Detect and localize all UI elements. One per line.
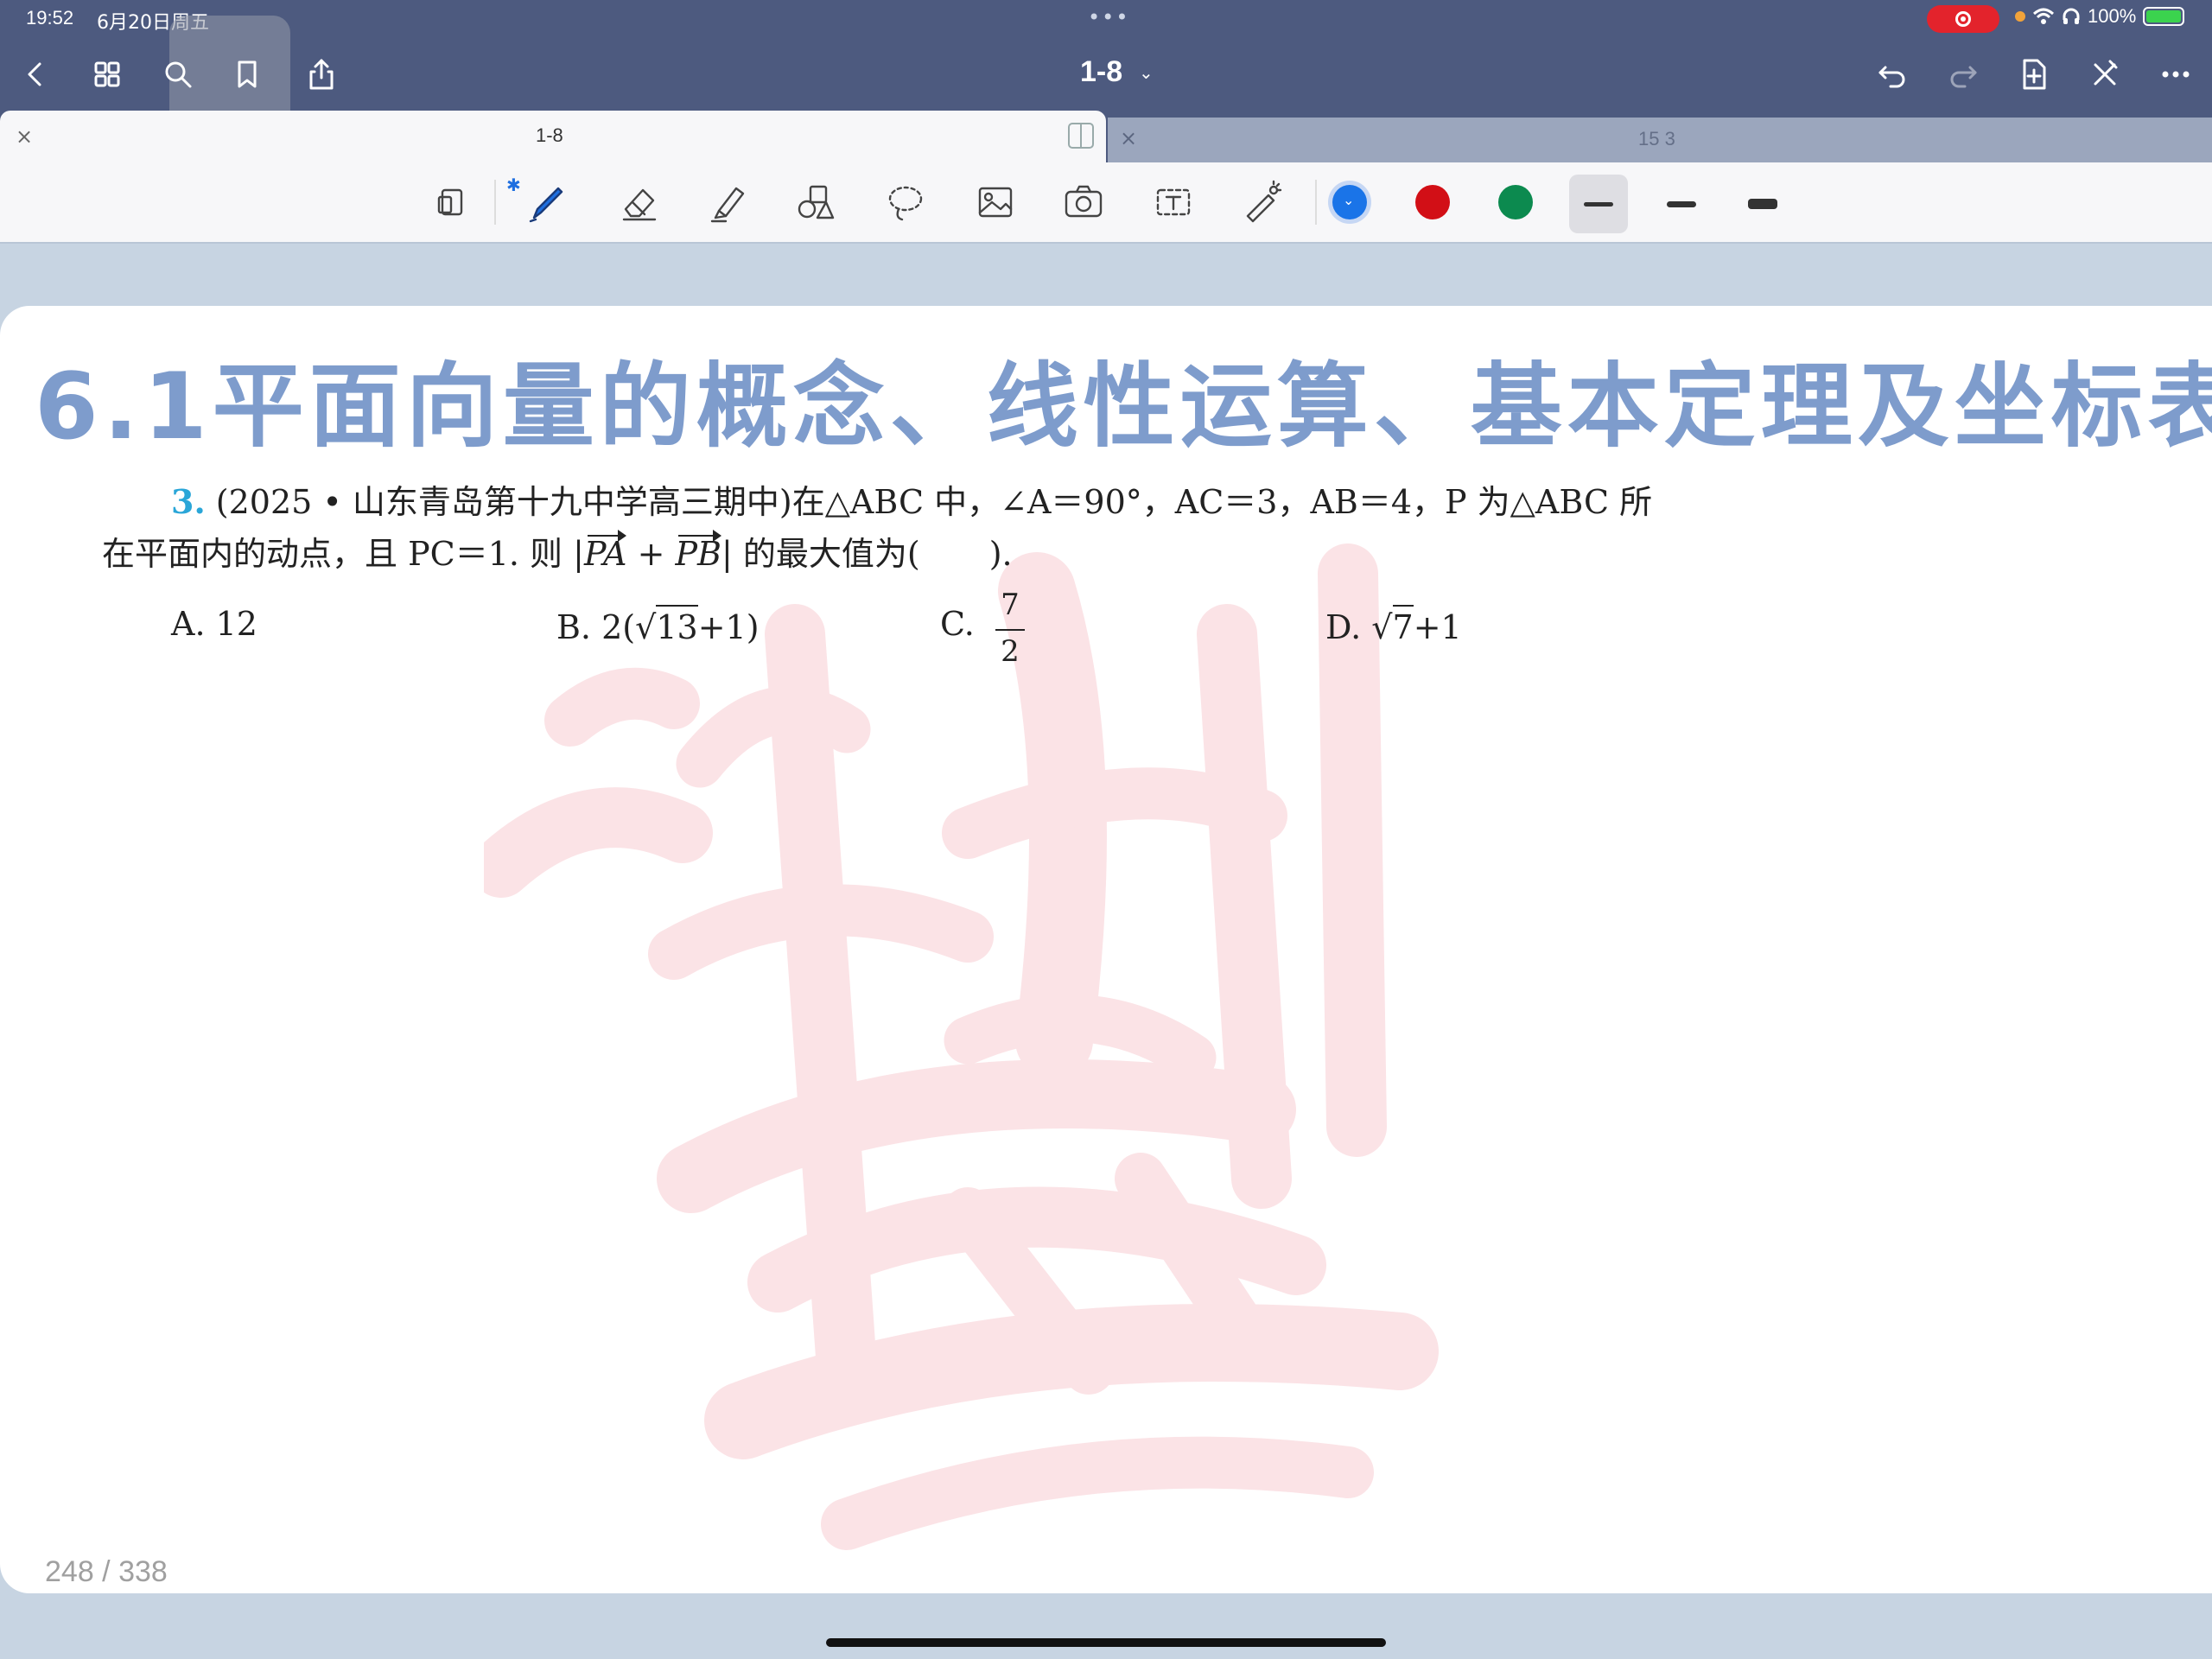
add-page-icon[interactable] [2013, 54, 2055, 95]
status-indicators: 100% [2015, 5, 2185, 28]
bookmark-icon[interactable] [226, 54, 268, 95]
color-swatch-blue[interactable]: ⌄ [1332, 185, 1367, 219]
battery-fill [2146, 10, 2182, 22]
option-value: +1 [1413, 608, 1462, 646]
tab-close-icon[interactable]: × [1120, 126, 1137, 150]
option-d[interactable]: D. √7+1 [1325, 605, 1462, 646]
fraction-numerator: 7 [1001, 588, 1020, 622]
question-text: | 的最大值为( [721, 535, 920, 573]
tab-bar: × 1-8 × 15 3 [0, 111, 2212, 162]
toolbar-divider [494, 180, 496, 225]
page-gap [0, 242, 2212, 261]
title-chevron-down-icon[interactable]: ⌄ [1139, 62, 1154, 83]
option-value: √ [1371, 608, 1393, 646]
chevron-down-icon: ⌄ [1343, 192, 1355, 208]
image-icon[interactable] [968, 175, 1023, 230]
color-swatch-green[interactable] [1498, 185, 1533, 219]
eraser-icon[interactable] [612, 175, 667, 230]
stroke-width-thick[interactable] [1733, 175, 1792, 233]
radicand: 13 [656, 605, 698, 646]
question-text: ). [988, 535, 1013, 573]
option-c[interactable]: C. [940, 605, 975, 643]
chapter-title: 6.1平面向量的概念、线性运算、基本定理及坐标表示 [35, 353, 2212, 460]
back-icon[interactable] [14, 54, 55, 95]
question-text: (2025 • 山东青岛第十九中学高三期中)在△ABC 中，∠A＝90°，AC＝… [215, 483, 1653, 521]
mic-indicator-icon [2015, 11, 2025, 22]
vector-pa: PA [583, 530, 627, 573]
screen-recording-icon[interactable] [1927, 5, 1999, 33]
grid-view-icon[interactable] [86, 54, 128, 95]
close-edit-icon[interactable] [2084, 54, 2126, 95]
tab-15-3[interactable]: × 15 3 [1108, 118, 2212, 162]
pen-icon[interactable] [518, 175, 574, 230]
option-value: 12 [215, 605, 257, 643]
undo-icon[interactable] [1872, 54, 1913, 95]
document-page[interactable]: 6.1平面向量的概念、线性运算、基本定理及坐标表示 3. (2025 • 山东青… [0, 306, 2212, 1593]
top-bar: 19:52 6月20日周五 ••• 100% 1-8 ⌄ [0, 0, 2212, 138]
status-time: 19:52 [26, 7, 74, 29]
wifi-icon [2032, 8, 2055, 24]
document-title[interactable]: 1-8 [1080, 55, 1122, 89]
text-icon[interactable] [1146, 175, 1201, 230]
highlighter-icon[interactable] [700, 175, 755, 230]
share-icon[interactable] [301, 54, 342, 95]
more-icon[interactable] [2155, 54, 2196, 95]
question-line-2: 在平面内的动点，且 PC＝1. 则 |PA + PB| 的最大值为(). [102, 527, 1013, 575]
battery-icon [2143, 7, 2185, 26]
page-icon[interactable] [425, 175, 480, 230]
question-text: 在平面内的动点，且 PC＝1. 则 | [102, 535, 584, 573]
option-label: B. [556, 608, 592, 646]
split-view-icon[interactable] [1068, 123, 1094, 149]
tab-1-8[interactable]: × 1-8 [0, 111, 1106, 162]
headphones-icon [2063, 8, 2080, 24]
radicand: 7 [1392, 605, 1414, 646]
stroke-width-medium[interactable] [1652, 175, 1711, 233]
vector-pb: PB [675, 530, 721, 573]
tab-label: 1-8 [536, 124, 563, 146]
option-a[interactable]: A. 12 [171, 605, 257, 643]
shapes-icon[interactable] [788, 175, 843, 230]
option-label: A. [171, 605, 206, 643]
fraction-denominator: 2 [1001, 634, 1020, 669]
page-counter: 248 / 338 [45, 1555, 168, 1588]
option-value: +1) [697, 608, 760, 646]
option-b[interactable]: B. 2(√13+1) [556, 605, 760, 646]
annotation-toolbar: ✱ ⌄ [0, 162, 2212, 242]
tab-close-icon[interactable]: × [16, 124, 33, 149]
camera-icon[interactable] [1056, 175, 1111, 230]
question-line-1: 3. (2025 • 山东青岛第十九中学高三期中)在△ABC 中，∠A＝90°，… [171, 475, 1652, 523]
stroke-width-thin[interactable] [1569, 175, 1628, 233]
option-label: D. [1325, 608, 1362, 646]
multitask-dots-icon[interactable]: ••• [1088, 5, 1129, 29]
search-icon[interactable] [157, 54, 199, 95]
question-number: 3. [171, 482, 206, 521]
redo-icon[interactable] [1942, 54, 1984, 95]
laser-pointer-icon[interactable] [1234, 175, 1289, 230]
plus-sign: + [626, 535, 676, 573]
bottom-area [0, 1593, 2212, 1659]
lasso-icon[interactable] [878, 175, 933, 230]
home-indicator[interactable] [826, 1638, 1386, 1647]
option-label: C. [940, 605, 975, 643]
watermark-seal [484, 543, 1439, 1550]
tab-label: 15 3 [1638, 128, 1675, 149]
toolbar-divider [1315, 180, 1317, 225]
fraction-bar [995, 629, 1025, 631]
color-swatch-red[interactable] [1415, 185, 1450, 219]
option-value: 2(√ [601, 608, 657, 646]
battery-percent: 100% [2088, 5, 2137, 27]
